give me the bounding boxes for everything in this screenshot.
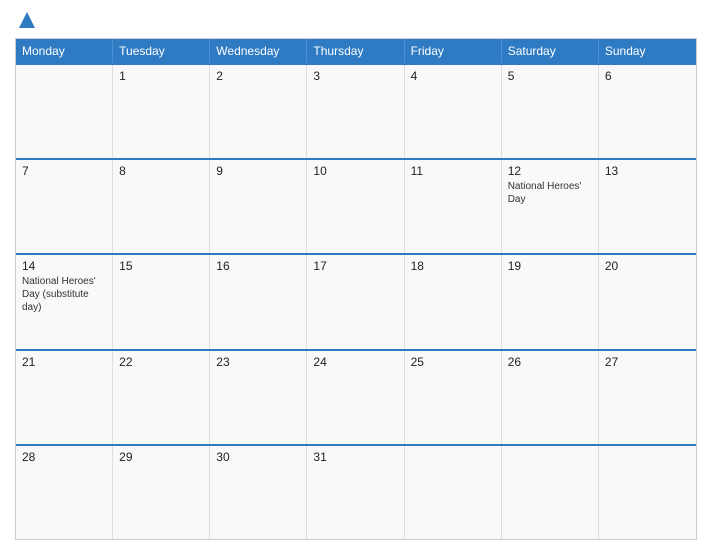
day-number: 2 [216,69,300,83]
logo-icon [17,10,37,30]
calendar-cell: 19 [502,255,599,348]
calendar-cell: 6 [599,65,696,158]
weekday-header: Thursday [307,39,404,63]
day-number: 12 [508,164,592,178]
day-number: 25 [411,355,495,369]
calendar-cell: 5 [502,65,599,158]
day-number: 28 [22,450,106,464]
day-number: 1 [119,69,203,83]
day-number: 10 [313,164,397,178]
weekday-header: Sunday [599,39,696,63]
day-number: 27 [605,355,690,369]
day-number: 15 [119,259,203,273]
day-number: 29 [119,450,203,464]
calendar-cell: 28 [16,446,113,539]
day-number: 6 [605,69,690,83]
day-number: 16 [216,259,300,273]
day-number: 24 [313,355,397,369]
calendar-row: 21 22 23 24 25 26 27 [16,349,696,444]
event-text: National Heroes' Day [508,180,592,206]
calendar-cell [502,446,599,539]
calendar-cell: 3 [307,65,404,158]
calendar-row: 14National Heroes' Day (substitute day)1… [16,253,696,348]
calendar-cell: 10 [307,160,404,253]
day-number: 26 [508,355,592,369]
day-number: 17 [313,259,397,273]
calendar-cell [405,446,502,539]
calendar-cell: 20 [599,255,696,348]
day-number: 13 [605,164,690,178]
calendar-header: MondayTuesdayWednesdayThursdayFridaySatu… [16,39,696,63]
calendar-cell: 31 [307,446,404,539]
day-number: 22 [119,355,203,369]
day-number: 21 [22,355,106,369]
calendar-cell: 12 National Heroes' Day [502,160,599,253]
day-number: 4 [411,69,495,83]
logo [15,10,37,30]
weekday-header: Wednesday [210,39,307,63]
weekday-header: Monday [16,39,113,63]
day-number: 19 [508,259,592,273]
calendar: MondayTuesdayWednesdayThursdayFridaySatu… [15,38,697,540]
calendar-cell: 4 [405,65,502,158]
calendar-row: 789 10 11 12 National Heroes' Day 13 [16,158,696,253]
day-number: 18 [411,259,495,273]
day-number: 30 [216,450,300,464]
calendar-cell: 18 [405,255,502,348]
calendar-row: 28 29 30 31 [16,444,696,539]
calendar-cell: 29 [113,446,210,539]
calendar-cell: 27 [599,351,696,444]
day-number: 14 [22,259,106,273]
calendar-cell: 13 [599,160,696,253]
day-number: 20 [605,259,690,273]
calendar-cell: 7 [16,160,113,253]
day-number: 31 [313,450,397,464]
calendar-cell: 22 [113,351,210,444]
day-number: 7 [22,164,106,178]
calendar-cell: 1 [113,65,210,158]
calendar-cell [16,65,113,158]
day-number: 23 [216,355,300,369]
weekday-header: Saturday [502,39,599,63]
calendar-cell: 2 [210,65,307,158]
calendar-cell: 30 [210,446,307,539]
calendar-cell: 26 [502,351,599,444]
day-number: 9 [216,164,300,178]
calendar-cell: 21 [16,351,113,444]
event-text: National Heroes' Day (substitute day) [22,275,106,314]
calendar-cell [599,446,696,539]
calendar-cell: 11 [405,160,502,253]
day-number: 11 [411,164,495,178]
day-number: 5 [508,69,592,83]
calendar-cell: 25 [405,351,502,444]
calendar-cell: 17 [307,255,404,348]
calendar-cell: 24 [307,351,404,444]
weekday-header: Tuesday [113,39,210,63]
header [15,10,697,30]
calendar-cell: 8 [113,160,210,253]
calendar-cell: 15 [113,255,210,348]
calendar-cell: 23 [210,351,307,444]
day-number: 3 [313,69,397,83]
calendar-cell: 14 National Heroes' Day (substitute day) [16,255,113,348]
calendar-cell: 16 [210,255,307,348]
weekday-header: Friday [405,39,502,63]
calendar-row: 123456 [16,63,696,158]
page: MondayTuesdayWednesdayThursdayFridaySatu… [0,0,712,550]
calendar-body: 123456789101112National Heroes' Day1314N… [16,63,696,539]
day-number: 8 [119,164,203,178]
calendar-cell: 9 [210,160,307,253]
